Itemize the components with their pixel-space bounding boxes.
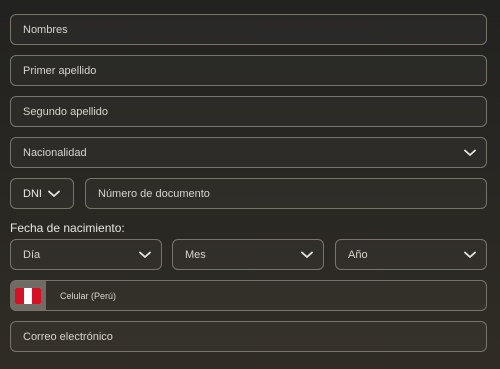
day-value: Día (23, 248, 41, 261)
year-select[interactable]: Año (335, 239, 487, 270)
email-placeholder: Correo electrónico (23, 330, 113, 343)
chevron-down-icon (463, 146, 477, 160)
chevron-down-icon (138, 248, 152, 262)
nombres-input[interactable]: Nombres (10, 14, 487, 45)
nacionalidad-value: Nacionalidad (23, 146, 87, 159)
primer-apellido-input[interactable]: Primer apellido (10, 55, 487, 86)
segundo-apellido-input[interactable]: Segundo apellido (10, 96, 487, 127)
chevron-down-icon (47, 187, 61, 201)
day-select[interactable]: Día (10, 239, 162, 270)
country-code-selector[interactable] (10, 281, 46, 310)
document-type-value: DNI (23, 187, 42, 200)
primer-apellido-placeholder: Primer apellido (23, 64, 97, 77)
document-number-input[interactable]: Número de documento (85, 178, 487, 209)
nombres-placeholder: Nombres (23, 23, 68, 36)
month-select[interactable]: Mes (172, 239, 324, 270)
chevron-down-icon (300, 248, 314, 262)
email-input[interactable]: Correo electrónico (10, 321, 487, 352)
phone-input[interactable]: Celular (Perú) (10, 280, 487, 311)
year-value: Año (348, 248, 368, 261)
peru-flag-icon (15, 287, 41, 304)
segundo-apellido-placeholder: Segundo apellido (23, 105, 109, 118)
birth-date-label: Fecha de nacimiento: (10, 221, 125, 235)
month-value: Mes (185, 248, 206, 261)
chevron-down-icon (463, 248, 477, 262)
document-type-select[interactable]: DNI (10, 178, 74, 209)
document-number-placeholder: Número de documento (98, 187, 210, 200)
nacionalidad-select[interactable]: Nacionalidad (10, 137, 487, 168)
